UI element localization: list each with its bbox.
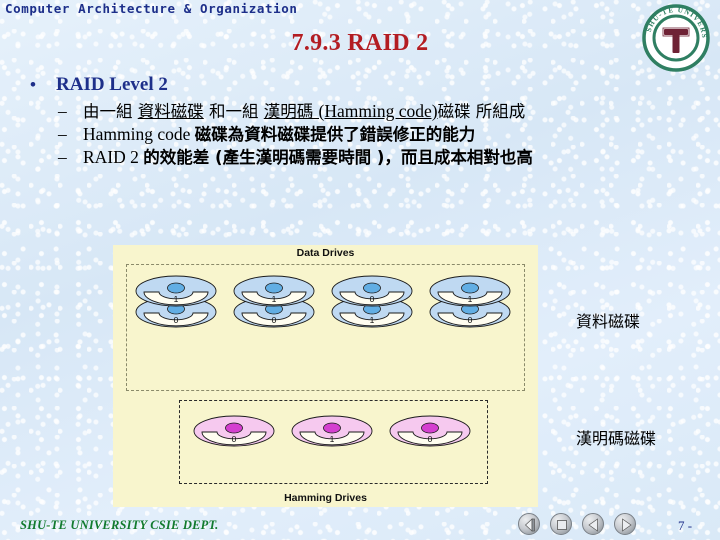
text-run: RAID 2 — [83, 147, 144, 167]
nav-forward-button[interactable] — [614, 513, 636, 535]
data-disks-annotation: 資料磁碟 — [576, 312, 641, 331]
text-run: 由一組 — [83, 102, 138, 121]
bullet-raid-level-2: • RAID Level 2 — [30, 74, 710, 96]
text-run: (Hamming code) — [318, 101, 438, 121]
text-run: 磁碟為資料磁碟提供了錯誤修正的能力 — [194, 125, 476, 144]
sub-bullet-marker: – — [58, 124, 67, 144]
text-run: )，而且成本相對也高 — [376, 148, 533, 167]
svg-text:1: 1 — [174, 294, 179, 304]
text-run: 資料磁碟 — [137, 102, 204, 121]
page-number: 7 - — [678, 518, 693, 533]
bullet-label: RAID Level 2 — [56, 74, 168, 95]
bullet-block: • RAID Level 2 – 由一組 資料磁碟 和一組 漢明碼 (Hammi… — [30, 74, 710, 169]
svg-text:0: 0 — [174, 315, 179, 325]
bullet-marker: • — [30, 75, 36, 94]
data-drive-3: 10 — [329, 275, 415, 332]
nav-stop-button[interactable] — [550, 513, 572, 535]
sub-bullet-3: – RAID 2 的效能差 (產生漢明碼需要時間 )，而且成本相對也高 — [30, 146, 710, 169]
text-run: 和一組 — [203, 102, 264, 121]
svg-text:1: 1 — [468, 294, 473, 304]
data-drive-4: 01 — [427, 275, 513, 332]
nav-back-button[interactable] — [582, 513, 604, 535]
university-logo: SHU-TE UNIVERSITY — [637, 0, 712, 74]
svg-text:1: 1 — [370, 315, 375, 325]
svg-text:0: 0 — [272, 315, 277, 325]
sub-bullet-text: RAID 2 的效能差 (產生漢明碼需要時間 )，而且成本相對也高 — [83, 146, 533, 169]
nav-home-button[interactable] — [518, 513, 540, 535]
sub-bullet-text: 由一組 資料磁碟 和一組 漢明碼 (Hamming code)磁碟 所組成 — [83, 100, 525, 123]
svg-text:0: 0 — [428, 434, 433, 444]
sub-bullet-list: – 由一組 資料磁碟 和一組 漢明碼 (Hamming code)磁碟 所組成 … — [30, 100, 710, 169]
svg-text:0: 0 — [232, 434, 237, 444]
sub-bullet-2: – Hamming code 磁碟為資料磁碟提供了錯誤修正的能力 — [30, 123, 710, 146]
hamming-drive-3: 0 — [387, 415, 473, 451]
raid2-diagram: Data Drives 01011001 010 Hamming Drives — [113, 245, 538, 507]
data-drive-1: 01 — [133, 275, 219, 332]
page-title: 7.9.3 RAID 2 — [291, 30, 429, 56]
data-drive-2: 01 — [231, 275, 317, 332]
text-run: (產生漢明碼需要時間 — [215, 148, 377, 167]
sub-bullet-marker: – — [58, 101, 67, 121]
course-title: Computer Architecture & Organization — [5, 1, 298, 16]
hamming-drives-caption: Hamming Drives — [284, 492, 367, 504]
navigation-buttons — [518, 513, 636, 535]
svg-text:1: 1 — [330, 434, 335, 444]
text-run: 的效能差 — [143, 148, 216, 167]
text-run: Hamming code — [83, 124, 195, 144]
hamming-drive-1: 0 — [191, 415, 277, 451]
sub-bullet-marker: – — [58, 147, 67, 167]
footer-department: SHU-TE UNIVERSITY CSIE DEPT. — [20, 518, 219, 532]
data-drives-caption: Data Drives — [296, 247, 355, 259]
svg-text:1: 1 — [272, 294, 277, 304]
svg-text:0: 0 — [370, 294, 375, 304]
svg-text:0: 0 — [468, 315, 473, 325]
sub-bullet-text: Hamming code 磁碟為資料磁碟提供了錯誤修正的能力 — [83, 123, 475, 146]
hamming-disks-annotation: 漢明碼磁碟 — [576, 429, 657, 448]
sub-bullet-1: – 由一組 資料磁碟 和一組 漢明碼 (Hamming code)磁碟 所組成 — [30, 100, 710, 123]
text-run: 漢明碼 — [263, 102, 319, 121]
text-run: 磁碟 所組成 — [437, 102, 526, 121]
hamming-drive-2: 1 — [289, 415, 375, 451]
